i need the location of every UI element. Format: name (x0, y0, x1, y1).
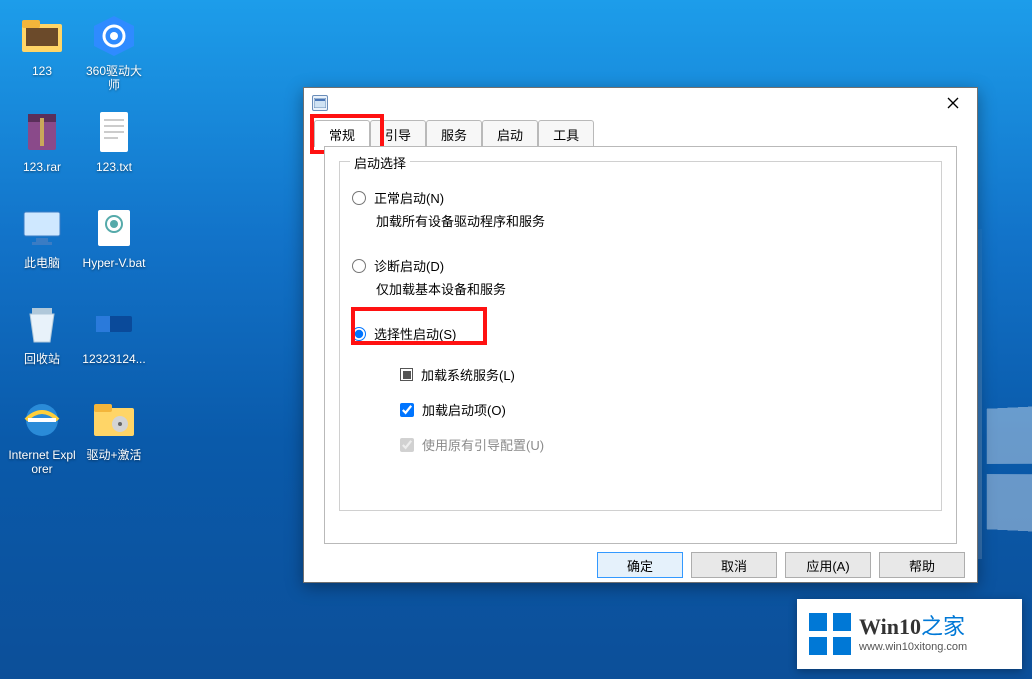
desktop-icon-recyclebin[interactable]: 回收站 (6, 296, 78, 392)
desktop-icons: 123 360驱动大师 123.rar 123.txt 此电脑 Hyper-V.… (6, 8, 166, 488)
radio-selective-label: 选择性启动(S) (374, 324, 456, 343)
tab-tools[interactable]: 工具 (538, 120, 594, 147)
desktop-icon-bat[interactable]: Hyper-V.bat (78, 200, 150, 296)
segment-icon (90, 300, 138, 348)
close-button[interactable] (931, 89, 975, 117)
radio-normal[interactable]: 正常启动(N) (352, 188, 929, 207)
pc-icon (18, 204, 66, 252)
tab-boot[interactable]: 引导 (370, 120, 426, 147)
folder-icon (18, 12, 66, 60)
radio-normal-input[interactable] (352, 191, 366, 205)
watermark-title: Win10之家 (859, 614, 967, 640)
msconfig-icon (312, 95, 328, 111)
desktop-icon-ie[interactable]: Internet Explorer (6, 392, 78, 488)
desktop[interactable]: 123 360驱动大师 123.rar 123.txt 此电脑 Hyper-V.… (0, 0, 1032, 679)
diagnostic-desc: 仅加载基本设备和服务 (376, 279, 929, 298)
desktop-icon-rar[interactable]: 123.rar (6, 104, 78, 200)
ie-icon (18, 396, 66, 444)
desktop-icon-folder-driver[interactable]: 驱动+激活 (78, 392, 150, 488)
desktop-icon-360driver[interactable]: 360驱动大师 (78, 8, 150, 104)
radio-selective-input[interactable] (352, 327, 366, 341)
tab-panel: 启动选择 正常启动(N) 加载所有设备驱动程序和服务 诊断启动(D) 仅加载基本… (324, 146, 957, 544)
radio-diagnostic-input[interactable] (352, 259, 366, 273)
radio-selective[interactable]: 选择性启动(S) (352, 324, 929, 343)
icon-label: 此电脑 (24, 256, 60, 270)
radio-normal-label: 正常启动(N) (374, 188, 444, 207)
check-load-services[interactable]: 加载系统服务(L) (400, 365, 929, 384)
icon-label: 360驱动大师 (80, 64, 148, 92)
rar-icon (18, 108, 66, 156)
txt-icon (90, 108, 138, 156)
icon-label: 123.rar (23, 160, 61, 174)
watermark-url: www.win10xitong.com (859, 641, 967, 654)
desktop-icon-txt[interactable]: 123.txt (78, 104, 150, 200)
check-load-startup-label: 加载启动项(O) (422, 400, 506, 419)
watermark-logo-icon (809, 613, 851, 655)
desktop-icon-folder-123[interactable]: 123 (6, 8, 78, 104)
tab-bar: 常规 引导 服务 启动 工具 启动选择 正常启动(N) 加载所有设备驱动程序和服… (314, 120, 967, 544)
app-icon (90, 12, 138, 60)
icon-label: 123 (32, 64, 52, 78)
checkbox-mixed-icon (400, 368, 413, 381)
apply-button[interactable]: 应用(A) (785, 552, 871, 578)
desktop-icon-thispc[interactable]: 此电脑 (6, 200, 78, 296)
ok-button[interactable]: 确定 (597, 552, 683, 578)
cancel-button[interactable]: 取消 (691, 552, 777, 578)
checkbox-use-boot (400, 438, 414, 452)
radio-diagnostic[interactable]: 诊断启动(D) (352, 256, 929, 275)
msconfig-window: 常规 引导 服务 启动 工具 启动选择 正常启动(N) 加载所有设备驱动程序和服… (303, 87, 978, 583)
titlebar[interactable] (304, 88, 977, 118)
check-load-startup[interactable]: 加载启动项(O) (400, 400, 929, 419)
bin-icon (18, 300, 66, 348)
folder-icon (90, 396, 138, 444)
desktop-icon-segment[interactable]: 12323124... (78, 296, 150, 392)
tab-services[interactable]: 服务 (426, 120, 482, 147)
button-row: 确定 取消 应用(A) 帮助 (304, 552, 977, 590)
bat-icon (90, 204, 138, 252)
icon-label: 123.txt (96, 160, 132, 174)
check-use-boot-label: 使用原有引导配置(U) (422, 435, 544, 454)
close-icon (947, 97, 959, 109)
radio-diagnostic-label: 诊断启动(D) (374, 256, 444, 275)
check-use-boot: 使用原有引导配置(U) (400, 435, 929, 454)
check-load-services-label: 加载系统服务(L) (421, 365, 515, 384)
tab-startup[interactable]: 启动 (482, 120, 538, 147)
watermark: Win10之家 www.win10xitong.com (797, 599, 1022, 669)
checkbox-load-startup[interactable] (400, 403, 414, 417)
icon-label: Internet Explorer (8, 448, 76, 476)
icon-label: Hyper-V.bat (83, 256, 146, 270)
startup-group: 启动选择 正常启动(N) 加载所有设备驱动程序和服务 诊断启动(D) 仅加载基本… (339, 161, 942, 511)
tab-general[interactable]: 常规 (314, 120, 370, 147)
help-button[interactable]: 帮助 (879, 552, 965, 578)
icon-label: 回收站 (24, 352, 60, 366)
icon-label: 驱动+激活 (86, 448, 141, 462)
normal-desc: 加载所有设备驱动程序和服务 (376, 211, 929, 230)
icon-label: 12323124... (82, 352, 145, 366)
group-title: 启动选择 (350, 153, 410, 172)
